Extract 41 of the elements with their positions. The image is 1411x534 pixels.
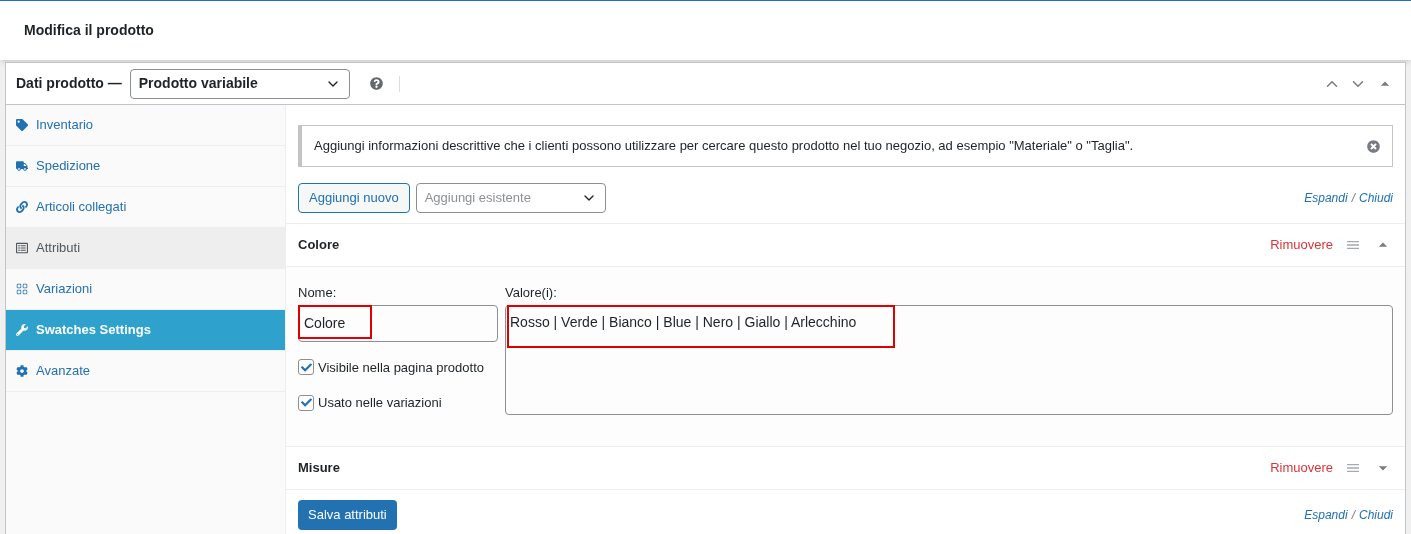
add-new-button[interactable]: Aggiungi nuovo [298,183,410,213]
attribute-title: Misure [298,459,341,478]
checkbox-label: Visibile nella pagina prodotto [318,358,484,377]
wrench-icon [16,324,28,336]
link-icon [16,201,28,213]
close-icon[interactable] [1367,139,1380,153]
checkbox[interactable] [298,359,314,376]
separator-text: / [1351,507,1355,524]
remove-link[interactable]: Rimuovere [1270,235,1333,255]
settings-icon [16,365,28,377]
name-label: Nome: [298,284,338,302]
check-icon [300,397,312,409]
truck-icon [16,160,28,172]
checkbox[interactable] [298,394,314,411]
expand-link[interactable]: Espandi [1304,189,1348,207]
sidebar-tab[interactable]: Swatches Settings [6,310,285,351]
add-existing-select[interactable]: Aggiungi esistente [415,183,606,213]
panel-label: Dati prodotto — [16,74,122,93]
product-type-select[interactable]: Prodotto variabile [129,68,350,99]
grid-icon [16,283,28,295]
page-title: Modifica il prodotto [24,21,154,40]
name-input[interactable]: Colore [298,304,498,342]
expand-link[interactable]: Espandi [1304,506,1348,524]
values-textarea[interactable]: Rosso | Verde | Bianco | Blue | Nero | Giallo | Arlecchino [505,304,1393,415]
notice-text: Aggiungi informazioni descrittive che i clienti possono utilizzare per cercare questo prodotto nel tuo negozio, ad esempio "Materiale" o "Taglia". [314,137,1135,156]
sidebar-tab[interactable]: Avanzate [6,351,285,392]
collapse-link[interactable]: Chiudi [1358,506,1393,524]
attribute-title: Colore [298,236,341,255]
tag-icon [16,119,28,131]
collapse-link[interactable]: Chiudi [1358,189,1393,207]
help-icon[interactable] [369,77,383,90]
separator-text: / [1351,190,1355,207]
checkbox-label: Usato nelle variazioni [318,394,442,412]
check-icon [300,361,312,373]
sidebar-tab[interactable]: Spedizione [6,146,285,187]
sidebar-tab[interactable]: Attributi [6,228,285,269]
sidebar-tab[interactable]: Inventario [6,105,285,146]
save-attributes-button[interactable]: Salva attributi [298,500,397,530]
remove-link[interactable]: Rimuovere [1270,458,1333,478]
values-label: Valore(i): [505,284,558,302]
list-icon [16,242,28,254]
